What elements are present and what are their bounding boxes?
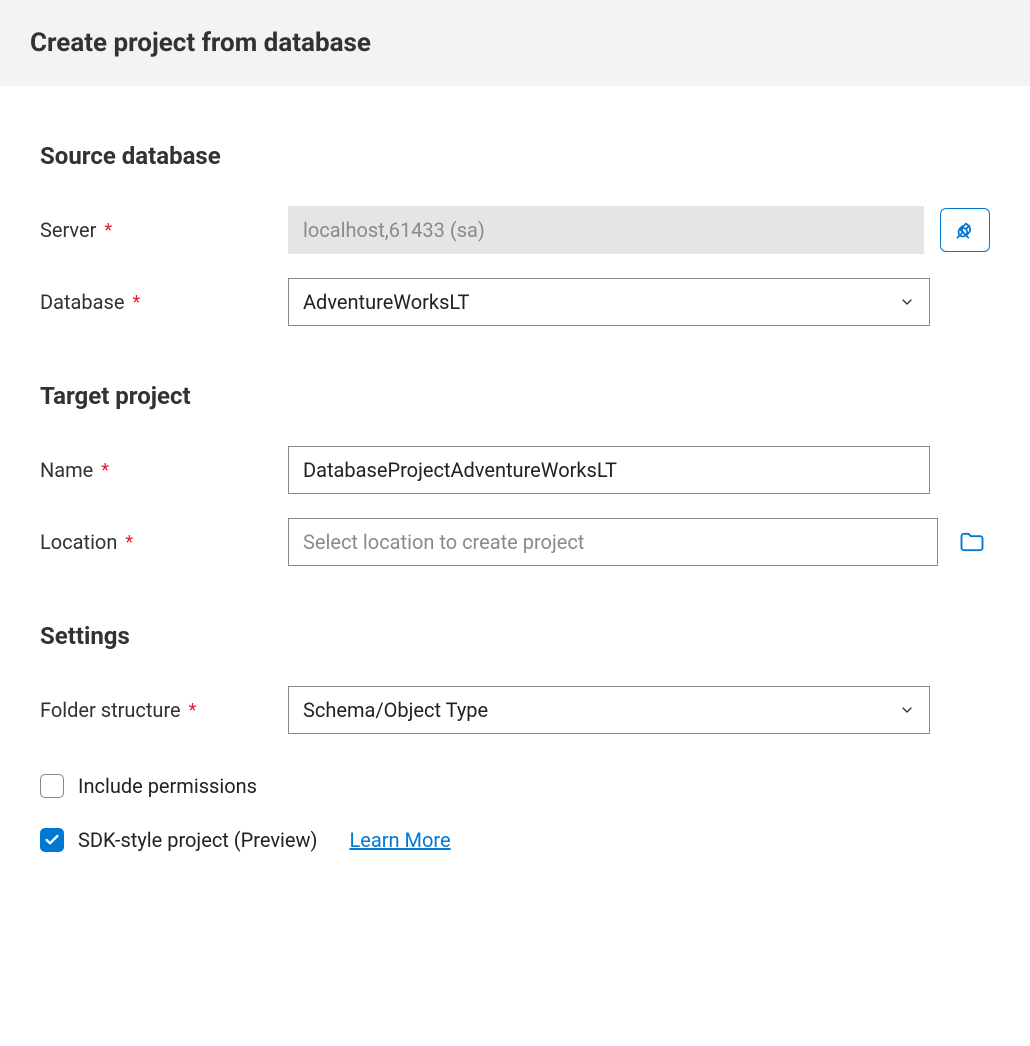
required-marker: * [189,700,197,721]
dialog-content: Source database Server * [0,142,1030,912]
include-permissions-checkbox[interactable] [40,774,64,798]
field-sdk-style: SDK-style project (Preview) Learn More [40,828,990,852]
field-location: Location * [40,518,990,566]
field-database: Database * AdventureWorksLT [40,278,990,326]
location-input[interactable] [288,518,938,566]
required-marker: * [132,292,140,313]
dialog-title: Create project from database [30,28,1000,58]
folder-icon [958,528,986,556]
section-settings: Settings Folder structure * Schema/Objec… [40,622,990,852]
label-name: Name * [40,458,288,482]
section-target-project: Target project Name * Location * [40,382,990,566]
folder-structure-value: Schema/Object Type [303,698,899,722]
field-include-permissions: Include permissions [40,774,990,798]
folder-structure-select[interactable]: Schema/Object Type [288,686,930,734]
section-source-database: Source database Server * [40,142,990,326]
section-title-target: Target project [40,382,990,410]
required-marker: * [104,220,112,241]
label-location: Location * [40,530,288,554]
include-permissions-label: Include permissions [78,774,257,798]
field-server: Server * [40,206,990,254]
chevron-down-icon [899,702,915,718]
sdk-style-checkbox[interactable] [40,828,64,852]
browse-location-button[interactable] [954,520,990,564]
server-input[interactable] [288,206,924,254]
database-select-value: AdventureWorksLT [303,290,899,314]
dialog-header: Create project from database [0,0,1030,86]
learn-more-link[interactable]: Learn More [349,828,450,852]
required-marker: * [101,460,109,481]
plug-icon [952,217,978,243]
connect-button[interactable] [940,208,990,252]
section-title-source: Source database [40,142,990,170]
required-marker: * [125,532,133,553]
field-name: Name * [40,446,990,494]
database-select[interactable]: AdventureWorksLT [288,278,930,326]
sdk-style-label: SDK-style project (Preview) [78,828,317,852]
name-input[interactable] [288,446,930,494]
check-icon [44,832,60,848]
label-server: Server * [40,218,288,242]
field-folder-structure: Folder structure * Schema/Object Type [40,686,990,734]
chevron-down-icon [899,294,915,310]
label-database: Database * [40,290,288,314]
label-folder-structure: Folder structure * [40,698,288,722]
section-title-settings: Settings [40,622,990,650]
